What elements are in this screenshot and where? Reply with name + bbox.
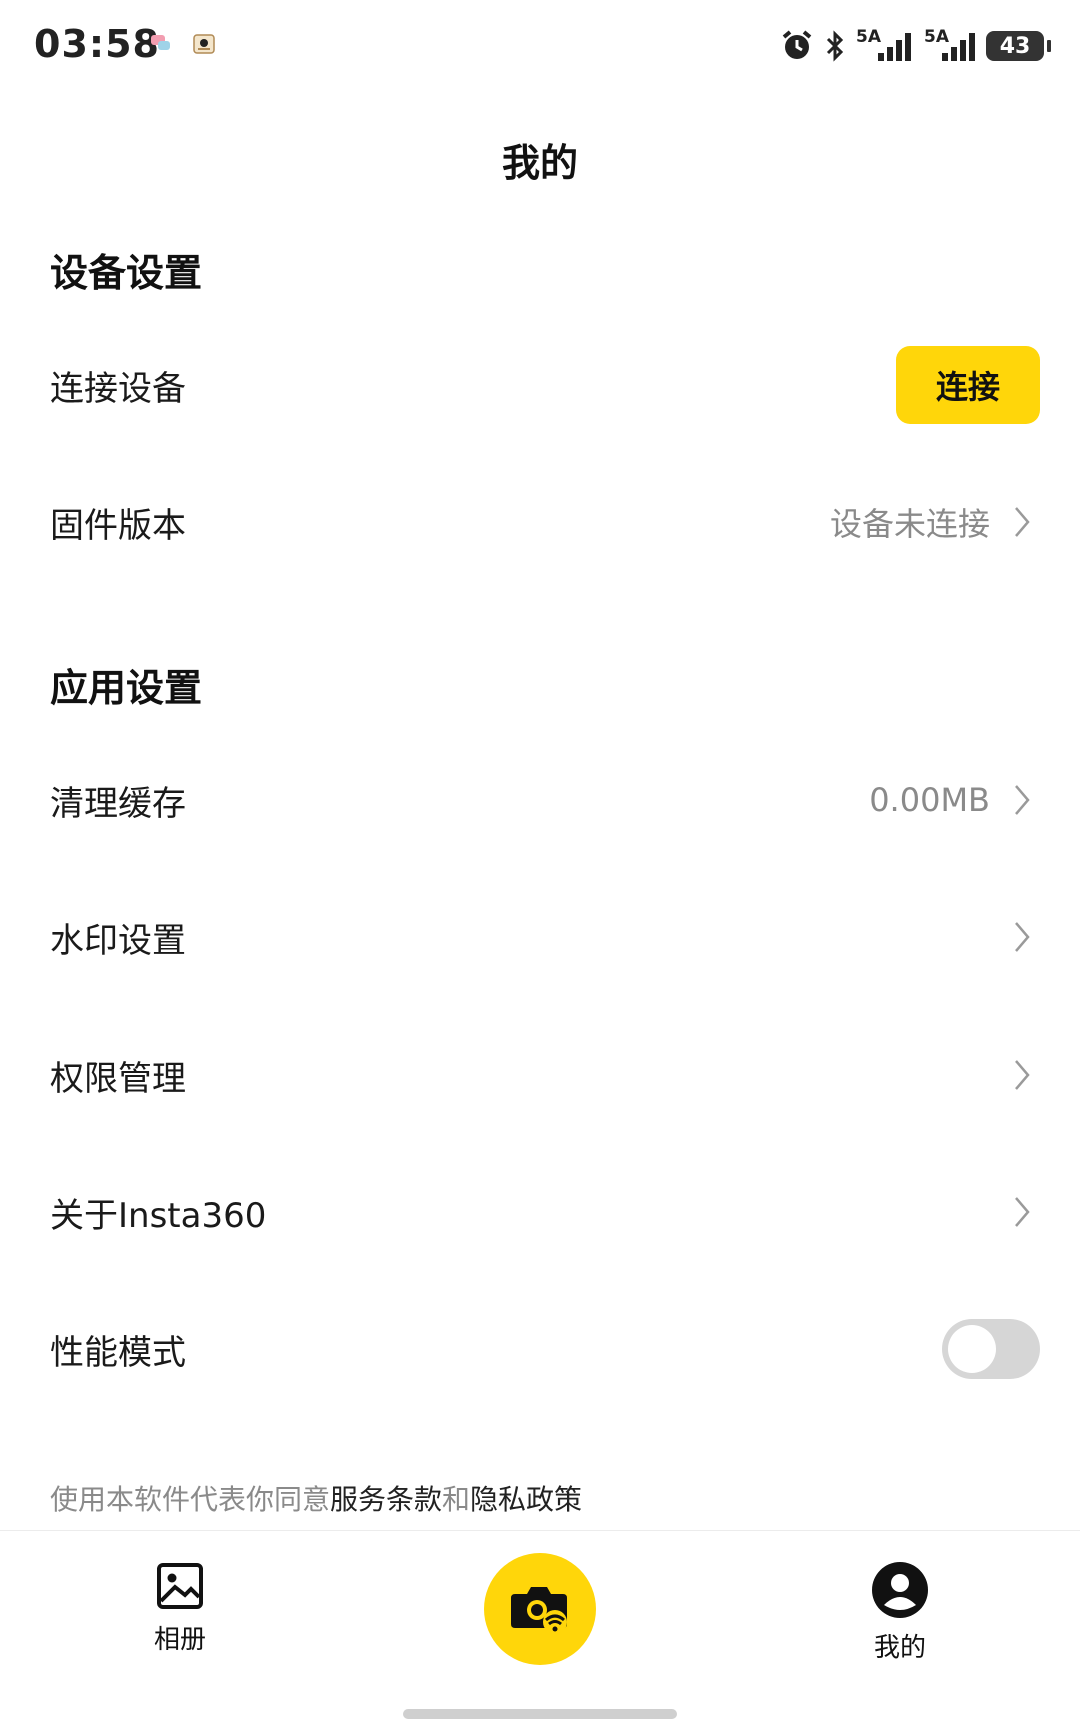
chevron-right-icon [1015,922,1030,952]
gallery-icon [157,1563,203,1609]
nav-album[interactable]: 相册 [110,1561,250,1656]
section-title-device-settings: 设备设置 [50,251,203,295]
chat-notification-icon [151,35,170,50]
bottom-navigation: 相册 我的 [0,1530,1080,1735]
signal-icon [942,33,975,61]
connect-button[interactable]: 连接 [896,346,1040,424]
camera-connect-button[interactable] [484,1553,596,1665]
performance-mode-label: 性能模式 [50,1332,186,1373]
terms-prefix: 使用本软件代表你同意 [50,1483,331,1516]
connect-device-row: 连接设备 连接 [0,330,1080,440]
permission-management-label: 权限管理 [50,1058,186,1099]
chevron-right-icon [1015,507,1030,537]
nav-album-label: 相册 [153,1625,206,1655]
signal-2: 5A [924,27,976,63]
section-title-app-settings: 应用设置 [50,666,203,710]
bluetooth-icon [826,30,844,62]
about-label: 关于Insta360 [50,1195,267,1236]
chevron-right-icon [1015,785,1030,815]
profile-icon [872,1562,928,1618]
nav-mine-label: 我的 [873,1633,926,1663]
status-icons: 5A 5A 43 [780,26,1051,66]
status-time: 03:58 [34,22,160,66]
permission-management-row[interactable]: 权限管理 [0,1020,1080,1130]
alarm-icon [782,30,812,59]
chevron-right-icon [1015,1197,1030,1227]
signal-icon [878,33,911,61]
nav-mine[interactable]: 我的 [830,1561,970,1664]
cache-size-value: 0.00MB [869,781,990,819]
app-notification-icon [193,34,215,54]
signal-1: 5A [856,27,914,63]
firmware-version-label: 固件版本 [50,505,186,546]
terms-notice: 使用本软件代表你同意服务条款和隐私政策 [50,1478,582,1518]
terms-of-service-link[interactable]: 服务条款 [330,1483,442,1516]
watermark-settings-row[interactable]: 水印设置 [0,882,1080,992]
home-indicator[interactable] [403,1709,677,1719]
terms-and: 和 [442,1483,471,1516]
toggle-knob [948,1325,996,1373]
about-row[interactable]: 关于Insta360 [0,1157,1080,1267]
battery-level: 43 [999,33,1031,59]
privacy-policy-link[interactable]: 隐私政策 [470,1483,582,1516]
chevron-right-icon [1015,1060,1030,1090]
clear-cache-label: 清理缓存 [50,783,186,824]
status-bar: 03:58 5A 5A 43 [0,0,1080,95]
connect-device-label: 连接设备 [50,368,186,409]
firmware-version-row[interactable]: 固件版本 设备未连接 [0,467,1080,577]
battery-icon: 43 [986,31,1051,61]
camera-wifi-icon [511,1587,567,1634]
performance-mode-row: 性能模式 [0,1294,1080,1404]
page-title: 我的 [501,141,578,185]
performance-mode-toggle[interactable] [942,1319,1040,1379]
firmware-version-value: 设备未连接 [829,505,990,543]
clear-cache-row[interactable]: 清理缓存 0.00MB [0,745,1080,855]
watermark-settings-label: 水印设置 [50,920,186,961]
